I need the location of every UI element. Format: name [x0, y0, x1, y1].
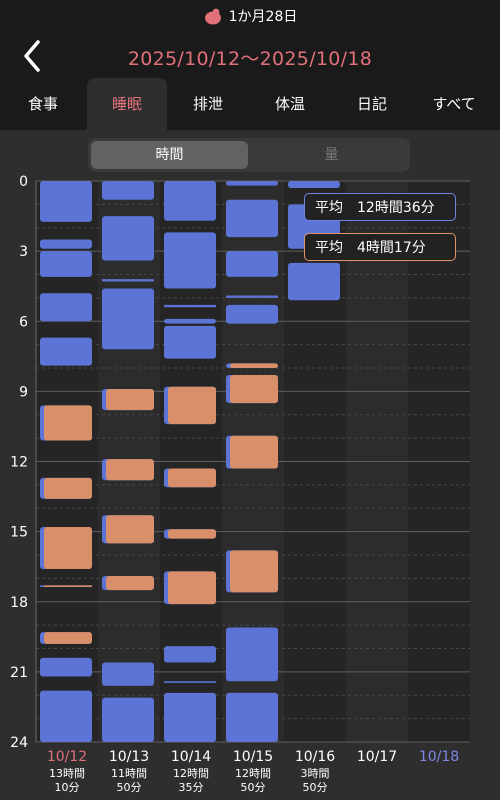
y-tick-label: 18 — [10, 595, 28, 611]
sleep-bar[interactable] — [40, 251, 92, 277]
daily-total-hours: 3時間 — [301, 767, 330, 780]
sleep-bar[interactable] — [40, 690, 92, 742]
sleep-bar[interactable] — [102, 279, 154, 282]
y-tick-label: 15 — [10, 525, 28, 541]
daily-total-minutes: 50分 — [303, 781, 328, 794]
sleep-bar[interactable] — [40, 293, 92, 322]
night-sleep-bar[interactable] — [44, 477, 92, 499]
night-sleep-bar[interactable] — [230, 375, 278, 404]
sleep-bar[interactable] — [102, 288, 154, 350]
x-tick-label: 10/17 — [357, 749, 397, 765]
daily-total-minutes: 10分 — [55, 781, 80, 794]
sleep-bar[interactable] — [164, 325, 216, 359]
night-sleep-bar[interactable] — [168, 386, 216, 425]
night-sleep-bar[interactable] — [168, 468, 216, 488]
night-sleep-bar[interactable] — [168, 571, 216, 605]
daily-total-hours: 13時間 — [49, 767, 85, 780]
y-tick-label: 0 — [19, 174, 28, 190]
y-tick-label: 6 — [19, 314, 28, 330]
sleep-bar[interactable] — [226, 181, 278, 186]
night-sleep-bar[interactable] — [44, 632, 92, 644]
night-sleep-bar[interactable] — [106, 576, 154, 591]
average-label: 平均 — [315, 240, 343, 256]
sleep-bar[interactable] — [164, 646, 216, 663]
sleep-bar[interactable] — [164, 181, 216, 221]
daily-total-hours: 12時間 — [173, 767, 209, 780]
sleep-bar[interactable] — [40, 657, 92, 677]
daily-total-minutes: 50分 — [241, 781, 266, 794]
night-sleep-bar[interactable] — [106, 389, 154, 411]
night-sleep-bar[interactable] — [230, 550, 278, 593]
sleep-bar[interactable] — [288, 262, 340, 301]
sleep-bar[interactable] — [164, 232, 216, 289]
sleep-bar[interactable] — [226, 692, 278, 742]
daily-total-hours: 11時間 — [111, 767, 147, 780]
average-value: 4時間17分 — [357, 240, 426, 256]
daily-total-minutes: 50分 — [117, 781, 142, 794]
sleep-bar[interactable] — [164, 318, 216, 324]
average-value: 12時間36分 — [357, 200, 435, 216]
x-tick-label: 10/18 — [419, 749, 459, 765]
y-tick-label: 24 — [10, 735, 28, 751]
sleep-chart: 03691215182124 10/1213時間10分10/1311時間50分1… — [10, 174, 470, 794]
x-tick-label: 10/13 — [109, 749, 149, 765]
y-tick-label: 21 — [10, 665, 28, 681]
sleep-bar[interactable] — [40, 181, 92, 222]
night-sleep-bar[interactable] — [44, 526, 92, 570]
sleep-bar[interactable] — [102, 216, 154, 261]
y-tick-label: 3 — [19, 244, 28, 260]
night-sleep-bar[interactable] — [230, 435, 278, 469]
average-total-sleep: 平均 12時間36分 — [304, 193, 456, 221]
sleep-bar[interactable] — [226, 627, 278, 682]
x-tick-label: 10/16 — [295, 749, 335, 765]
night-sleep-bar[interactable] — [44, 585, 92, 587]
sleep-bar[interactable] — [288, 181, 340, 189]
average-night-sleep: 平均 4時間17分 — [304, 233, 456, 261]
daily-total-minutes: 35分 — [179, 781, 204, 794]
average-label: 平均 — [315, 200, 343, 216]
sleep-bar[interactable] — [226, 304, 278, 324]
x-tick-label: 10/15 — [233, 749, 273, 765]
sleep-bar[interactable] — [40, 239, 92, 249]
daily-total-hours: 12時間 — [235, 767, 271, 780]
sleep-bar[interactable] — [226, 295, 278, 298]
sleep-bar[interactable] — [226, 199, 278, 238]
sleep-bar[interactable] — [164, 681, 216, 683]
x-tick-label: 10/12 — [47, 749, 87, 765]
sleep-bar[interactable] — [164, 692, 216, 742]
y-tick-label: 9 — [19, 384, 28, 400]
sleep-bar[interactable] — [102, 662, 154, 686]
sleep-bar[interactable] — [40, 337, 92, 366]
x-tick-label: 10/14 — [171, 749, 211, 765]
night-sleep-bar[interactable] — [106, 515, 154, 544]
sleep-bar[interactable] — [102, 181, 154, 200]
y-tick-label: 12 — [10, 455, 28, 471]
night-sleep-bar[interactable] — [106, 459, 154, 481]
night-sleep-bar[interactable] — [230, 363, 278, 368]
sleep-bar[interactable] — [102, 697, 154, 742]
sleep-bar[interactable] — [226, 251, 278, 277]
night-sleep-bar[interactable] — [168, 529, 216, 539]
sleep-bar[interactable] — [164, 304, 216, 308]
night-sleep-bar[interactable] — [44, 405, 92, 441]
